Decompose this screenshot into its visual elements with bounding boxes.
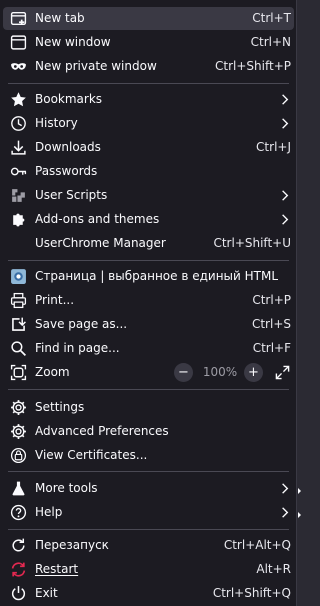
shortcut-text: Ctrl+Shift+U [213,236,291,250]
menu-item-save-page-html[interactable]: Страница | выбранное в единый HTML [3,265,294,288]
gear-icon [10,399,27,416]
shortcut-text: Ctrl+F [252,341,291,355]
window-icon [10,34,27,51]
menu-item-label: Print... [35,293,75,307]
shortcut-text: Ctrl+Shift+P [215,59,291,73]
clock-icon [10,115,27,132]
restart-icon [10,537,27,554]
separator [8,83,289,84]
menu-item-label: Add-ons and themes [35,212,160,226]
menu-item-restart-ru[interactable]: Перезапуск Ctrl+Alt+Q [3,534,294,557]
menu-item-label: Downloads [35,140,101,154]
download-icon [10,139,27,156]
flask-icon [10,480,27,497]
menu-item-label: Settings [35,400,85,414]
menu-item-label: Bookmarks [35,92,103,106]
menu-item-history[interactable]: History [3,112,294,135]
menu-item-new-private-window[interactable]: New private window Ctrl+Shift+P [3,55,294,78]
shortcut-text: Ctrl+N [250,35,291,49]
separator [8,260,289,261]
menu-item-label: View Certificates... [35,448,148,462]
zoom-out-button[interactable]: − [174,363,193,382]
menu-item-label: Save page as... [35,317,128,331]
new-tab-icon [10,10,27,27]
menu-item-label: New private window [35,59,157,73]
puzzle-icon [10,211,27,228]
save-icon [10,316,27,333]
shortcut-text: Ctrl+J [256,140,291,154]
chevron-right-icon [277,188,292,203]
chevron-right-icon [277,212,292,227]
menu-item-label: New tab [35,11,85,25]
chevron-right-icon [277,481,292,496]
app-menu: New tab Ctrl+T New window Ctrl+N New pri… [0,0,297,606]
chevron-right-icon [277,92,292,107]
star-icon [10,91,27,108]
power-icon [10,585,27,602]
menu-item-label: Find in page... [35,341,120,355]
zoom-icon [10,364,27,381]
restart-red-icon [10,561,27,578]
menu-item-new-tab[interactable]: New tab Ctrl+T [3,7,294,30]
menu-item-label: Перезапуск [35,538,109,552]
menu-item-label: Advanced Preferences [35,424,169,438]
printer-icon [10,292,27,309]
shortcut-text: Ctrl+S [251,317,291,331]
menu-item-addons-themes[interactable]: Add-ons and themes [3,208,294,231]
menu-item-new-window[interactable]: New window Ctrl+N [3,31,294,54]
menu-item-advanced-preferences[interactable]: Advanced Preferences [3,420,294,443]
menu-item-label: More tools [35,481,98,495]
menu-item-view-certificates[interactable]: View Certificates... [3,444,294,467]
search-icon [10,340,27,357]
chevron-right-icon [277,505,292,520]
menu-item-zoom: Zoom − 100% + [3,361,294,384]
chevron-right-icon [277,116,292,131]
menu-item-label: Restart [35,562,79,576]
private-mask-icon [10,58,27,75]
shortcut-text: Alt+R [256,562,291,576]
menu-item-label: Exit [35,586,58,600]
zoom-in-button[interactable]: + [244,363,263,382]
separator [8,471,289,472]
menu-item-passwords[interactable]: Passwords [3,160,294,183]
page-html-icon [10,268,27,285]
gear-icon [10,423,27,440]
shortcut-text: Ctrl+Shift+Q [212,586,291,600]
menu-item-save-page-as[interactable]: Save page as... Ctrl+S [3,313,294,336]
menu-item-userchrome-manager[interactable]: UserChrome Manager Ctrl+Shift+U [3,232,294,255]
menu-item-help[interactable]: Help [3,501,294,524]
menu-item-settings[interactable]: Settings [3,396,294,419]
certificate-icon [10,447,27,464]
zoom-controls: − 100% + [174,361,294,384]
menu-item-label: New window [35,35,111,49]
menu-item-label: History [35,116,78,130]
menu-item-label: User Scripts [35,188,108,202]
menu-item-label: Help [35,505,63,519]
menu-item-print[interactable]: Print... Ctrl+P [3,289,294,312]
menu-item-more-tools[interactable]: More tools [3,477,294,500]
menu-item-label: Страница | выбранное в единый HTML [35,269,279,283]
puzzle-icon [10,187,27,204]
menu-item-label: Zoom [35,365,70,379]
separator [8,389,289,390]
menu-item-label: Passwords [35,164,98,178]
fullscreen-icon[interactable] [273,363,292,382]
zoom-level[interactable]: 100% [201,365,239,380]
edge-arrow-icon [298,488,301,494]
key-icon [10,163,27,180]
menu-item-bookmarks[interactable]: Bookmarks [3,88,294,111]
shortcut-text: Ctrl+P [252,293,291,307]
shortcut-text: Ctrl+Alt+Q [223,538,291,552]
edge-arrow-icon [298,512,301,518]
menu-item-find-in-page[interactable]: Find in page... Ctrl+F [3,337,294,360]
menu-item-exit[interactable]: Exit Ctrl+Shift+Q [3,582,294,605]
menu-item-downloads[interactable]: Downloads Ctrl+J [3,136,294,159]
shortcut-text: Ctrl+T [252,11,291,25]
separator [8,529,289,530]
menu-item-user-scripts[interactable]: User Scripts [3,184,294,207]
menu-item-restart[interactable]: Restart Alt+R [3,558,294,581]
help-icon [10,504,27,521]
menu-item-label: UserChrome Manager [35,236,166,250]
